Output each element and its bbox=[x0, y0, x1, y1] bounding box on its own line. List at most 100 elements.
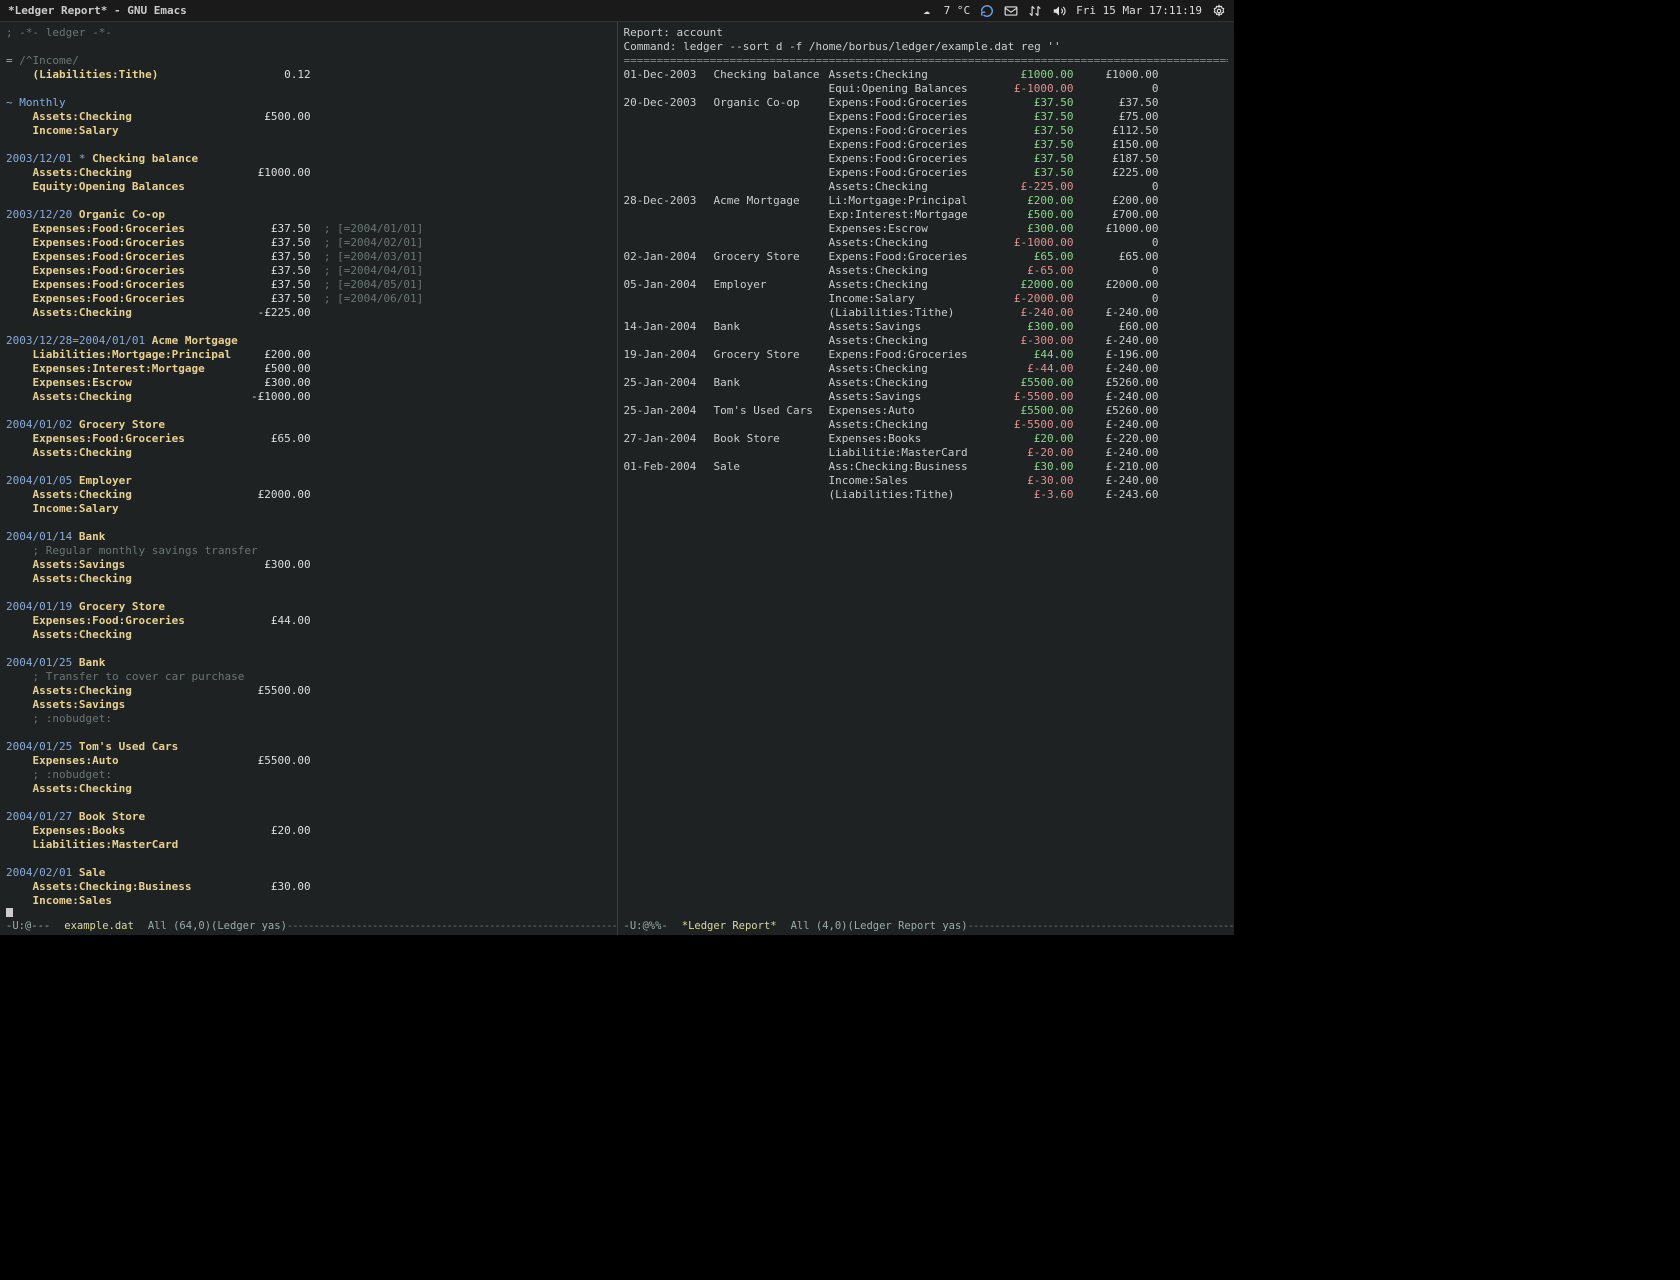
source-line[interactable]: ; -*- ledger -*- bbox=[6, 26, 611, 40]
source-line[interactable]: Expenses:Food:Groceries £37.50 ; [=2004/… bbox=[6, 278, 611, 292]
report-row[interactable]: 28-Dec-2003Acme MortgageLi:Mortgage:Prin… bbox=[624, 194, 1229, 208]
source-line[interactable] bbox=[6, 908, 611, 917]
source-line[interactable]: Assets:Checking -£1000.00 bbox=[6, 390, 611, 404]
right-buffer[interactable]: Report: account Command: ledger --sort d… bbox=[618, 22, 1235, 935]
source-line[interactable]: 2004/02/01 Sale bbox=[6, 866, 611, 880]
report-row[interactable]: Assets:Checking£-44.00£-240.00 bbox=[624, 362, 1229, 376]
source-line[interactable]: 2004/01/14 Bank bbox=[6, 530, 611, 544]
source-line[interactable]: 2004/01/27 Book Store bbox=[6, 810, 611, 824]
source-line[interactable] bbox=[6, 194, 611, 208]
source-line[interactable]: 2004/01/25 Bank bbox=[6, 656, 611, 670]
source-line[interactable] bbox=[6, 138, 611, 152]
source-line[interactable]: Expenses:Food:Groceries £37.50 ; [=2004/… bbox=[6, 236, 611, 250]
source-line[interactable]: 2004/01/25 Tom's Used Cars bbox=[6, 740, 611, 754]
source-line[interactable]: ; :nobudget: bbox=[6, 768, 611, 782]
source-line[interactable] bbox=[6, 320, 611, 334]
source-line[interactable]: 2003/12/28=2004/01/01 Acme Mortgage bbox=[6, 334, 611, 348]
report-row[interactable]: 02-Jan-2004Grocery StoreExpens:Food:Groc… bbox=[624, 250, 1229, 264]
report-row[interactable]: Expens:Food:Groceries£37.50£112.50 bbox=[624, 124, 1229, 138]
source-line[interactable]: 2003/12/01 * Checking balance bbox=[6, 152, 611, 166]
source-line[interactable] bbox=[6, 642, 611, 656]
report-row[interactable]: Liabilitie:MasterCard£-20.00£-240.00 bbox=[624, 446, 1229, 460]
report-row[interactable]: Assets:Checking£-65.000 bbox=[624, 264, 1229, 278]
report-row[interactable]: Assets:Checking£-300.00£-240.00 bbox=[624, 334, 1229, 348]
report-row[interactable]: 25-Jan-2004Tom's Used CarsExpenses:Auto£… bbox=[624, 404, 1229, 418]
source-line[interactable]: Assets:Checking £2000.00 bbox=[6, 488, 611, 502]
volume-icon[interactable] bbox=[1052, 4, 1066, 18]
source-line[interactable] bbox=[6, 586, 611, 600]
report-row[interactable]: 19-Jan-2004Grocery StoreExpens:Food:Groc… bbox=[624, 348, 1229, 362]
report-row[interactable]: Assets:Savings£-5500.00£-240.00 bbox=[624, 390, 1229, 404]
report-row[interactable]: Assets:Checking£-5500.00£-240.00 bbox=[624, 418, 1229, 432]
source-line[interactable]: = /^Income/ bbox=[6, 54, 611, 68]
report-row[interactable]: 01-Dec-2003Checking balanceAssets:Checki… bbox=[624, 68, 1229, 82]
source-line[interactable]: 2004/01/05 Employer bbox=[6, 474, 611, 488]
source-line[interactable]: Liabilities:MasterCard bbox=[6, 838, 611, 852]
source-line[interactable]: ; Transfer to cover car purchase bbox=[6, 670, 611, 684]
report-row[interactable]: Expenses:Escrow£300.00£1000.00 bbox=[624, 222, 1229, 236]
report-row[interactable]: Assets:Checking£-1000.000 bbox=[624, 236, 1229, 250]
report-row[interactable]: Expens:Food:Groceries£37.50£150.00 bbox=[624, 138, 1229, 152]
source-line[interactable]: Assets:Checking:Business £30.00 bbox=[6, 880, 611, 894]
report-row[interactable]: Expens:Food:Groceries£37.50£75.00 bbox=[624, 110, 1229, 124]
source-line[interactable]: Expenses:Food:Groceries £44.00 bbox=[6, 614, 611, 628]
source-line[interactable]: Expenses:Food:Groceries £37.50 ; [=2004/… bbox=[6, 250, 611, 264]
mail-icon[interactable] bbox=[1004, 4, 1018, 18]
source-line[interactable]: Assets:Checking £5500.00 bbox=[6, 684, 611, 698]
left-buffer[interactable]: ; -*- ledger -*- = /^Income/ (Liabilitie… bbox=[0, 22, 618, 935]
report-row[interactable]: (Liabilities:Tithe)£-3.60£-243.60 bbox=[624, 488, 1229, 502]
source-line[interactable]: Expenses:Food:Groceries £37.50 ; [=2004/… bbox=[6, 292, 611, 306]
source-line[interactable]: (Liabilities:Tithe) 0.12 bbox=[6, 68, 611, 82]
source-line[interactable]: Equity:Opening Balances bbox=[6, 180, 611, 194]
report-row[interactable]: 14-Jan-2004BankAssets:Savings£300.00£60.… bbox=[624, 320, 1229, 334]
report-row[interactable]: (Liabilities:Tithe)£-240.00£-240.00 bbox=[624, 306, 1229, 320]
source-line[interactable]: Expenses:Auto £5500.00 bbox=[6, 754, 611, 768]
source-line[interactable]: Assets:Savings £300.00 bbox=[6, 558, 611, 572]
source-line[interactable]: ; Regular monthly savings transfer bbox=[6, 544, 611, 558]
source-line[interactable]: Assets:Checking £1000.00 bbox=[6, 166, 611, 180]
refresh-icon[interactable] bbox=[980, 4, 994, 18]
source-line[interactable]: Liabilities:Mortgage:Principal £200.00 bbox=[6, 348, 611, 362]
source-line[interactable]: Assets:Checking bbox=[6, 446, 611, 460]
report-row[interactable]: 27-Jan-2004Book StoreExpenses:Books£20.0… bbox=[624, 432, 1229, 446]
minibuffer[interactable] bbox=[0, 935, 1234, 941]
report-row[interactable]: 05-Jan-2004EmployerAssets:Checking£2000.… bbox=[624, 278, 1229, 292]
source-line[interactable] bbox=[6, 460, 611, 474]
report-row[interactable]: Income:Sales£-30.00£-240.00 bbox=[624, 474, 1229, 488]
source-line[interactable]: Expenses:Food:Groceries £37.50 ; [=2004/… bbox=[6, 222, 611, 236]
ledger-source[interactable]: ; -*- ledger -*- = /^Income/ (Liabilitie… bbox=[6, 26, 611, 917]
source-line[interactable] bbox=[6, 516, 611, 530]
source-line[interactable] bbox=[6, 40, 611, 54]
report-row[interactable]: Equi:Opening Balances£-1000.000 bbox=[624, 82, 1229, 96]
source-line[interactable]: Expenses:Escrow £300.00 bbox=[6, 376, 611, 390]
report-row[interactable]: 20-Dec-2003Organic Co-opExpens:Food:Groc… bbox=[624, 96, 1229, 110]
report-row[interactable]: Expens:Food:Groceries£37.50£225.00 bbox=[624, 166, 1229, 180]
settings-icon[interactable] bbox=[1212, 4, 1226, 18]
source-line[interactable]: ~ Monthly bbox=[6, 96, 611, 110]
source-line[interactable]: 2003/12/20 Organic Co-op bbox=[6, 208, 611, 222]
network-icon[interactable] bbox=[1028, 4, 1042, 18]
source-line[interactable] bbox=[6, 726, 611, 740]
report-row[interactable]: Expens:Food:Groceries£37.50£187.50 bbox=[624, 152, 1229, 166]
source-line[interactable]: ; :nobudget: bbox=[6, 712, 611, 726]
source-line[interactable]: Assets:Savings bbox=[6, 698, 611, 712]
source-line[interactable] bbox=[6, 796, 611, 810]
source-line[interactable]: Expenses:Food:Groceries £65.00 bbox=[6, 432, 611, 446]
report-row[interactable]: Exp:Interest:Mortgage£500.00£700.00 bbox=[624, 208, 1229, 222]
source-line[interactable] bbox=[6, 404, 611, 418]
source-line[interactable]: Assets:Checking -£225.00 bbox=[6, 306, 611, 320]
source-line[interactable] bbox=[6, 852, 611, 866]
source-line[interactable]: Expenses:Food:Groceries £37.50 ; [=2004/… bbox=[6, 264, 611, 278]
source-line[interactable]: Income:Salary bbox=[6, 124, 611, 138]
source-line[interactable]: Income:Salary bbox=[6, 502, 611, 516]
source-line[interactable]: Assets:Checking bbox=[6, 572, 611, 586]
ledger-report[interactable]: Report: account Command: ledger --sort d… bbox=[624, 26, 1229, 917]
report-row[interactable]: 25-Jan-2004BankAssets:Checking£5500.00£5… bbox=[624, 376, 1229, 390]
source-line[interactable]: Expenses:Interest:Mortgage £500.00 bbox=[6, 362, 611, 376]
source-line[interactable] bbox=[6, 82, 611, 96]
source-line[interactable]: Assets:Checking £500.00 bbox=[6, 110, 611, 124]
source-line[interactable]: Assets:Checking bbox=[6, 628, 611, 642]
source-line[interactable]: Expenses:Books £20.00 bbox=[6, 824, 611, 838]
source-line[interactable]: 2004/01/19 Grocery Store bbox=[6, 600, 611, 614]
source-line[interactable]: Income:Sales bbox=[6, 894, 611, 908]
